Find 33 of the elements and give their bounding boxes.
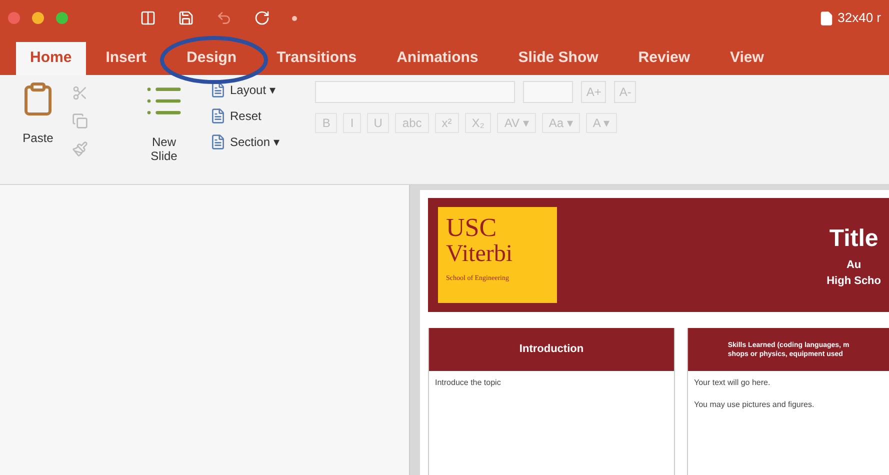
maximize-window-icon[interactable] <box>56 12 68 24</box>
ribbon-tab[interactable]: View <box>710 42 784 75</box>
ribbon-tab[interactable]: Slide Show <box>498 42 618 75</box>
ribbon-tab[interactable]: Review <box>618 42 710 75</box>
slide-command-button[interactable]: Layout ▾ <box>210 81 280 99</box>
author-text: Au <box>846 258 862 272</box>
paste-button[interactable]: Paste <box>20 81 56 147</box>
school-text: High Scho <box>826 274 881 289</box>
slide-command-button[interactable]: Section ▾ <box>210 133 280 151</box>
document-title: 32x40 r <box>838 9 881 28</box>
font-size-field[interactable] <box>523 81 574 103</box>
new-slide-button[interactable]: New Slide <box>134 81 194 163</box>
slide-command-button[interactable]: Reset <box>210 107 280 125</box>
panel-body-text: You may use pictures and figures. <box>694 399 816 411</box>
ribbon-tab[interactable]: Animations <box>376 42 498 75</box>
ribbon-tab[interactable]: Transitions <box>256 42 377 75</box>
ribbon-tab[interactable]: Home <box>16 42 86 75</box>
panel-body-text: Your text will go here. <box>694 377 772 389</box>
font-name-field[interactable] <box>315 81 516 103</box>
slide-title: Title <box>829 224 878 254</box>
copy-icon[interactable] <box>72 113 88 129</box>
undo-icon[interactable] <box>216 10 232 26</box>
minimize-window-icon[interactable] <box>32 12 44 24</box>
cut-icon[interactable] <box>72 85 88 101</box>
panel-body-text: Introduce the topic <box>435 377 502 389</box>
close-window-icon[interactable] <box>8 12 20 24</box>
save-icon[interactable] <box>178 10 194 26</box>
format-painter-icon[interactable] <box>72 141 88 157</box>
ribbon-tab[interactable]: Insert <box>86 42 167 75</box>
sidebar-toggle-icon[interactable] <box>140 10 156 26</box>
panel-heading-text: Introduction <box>519 342 584 358</box>
document-icon <box>818 10 834 26</box>
redo-icon[interactable] <box>254 10 270 26</box>
